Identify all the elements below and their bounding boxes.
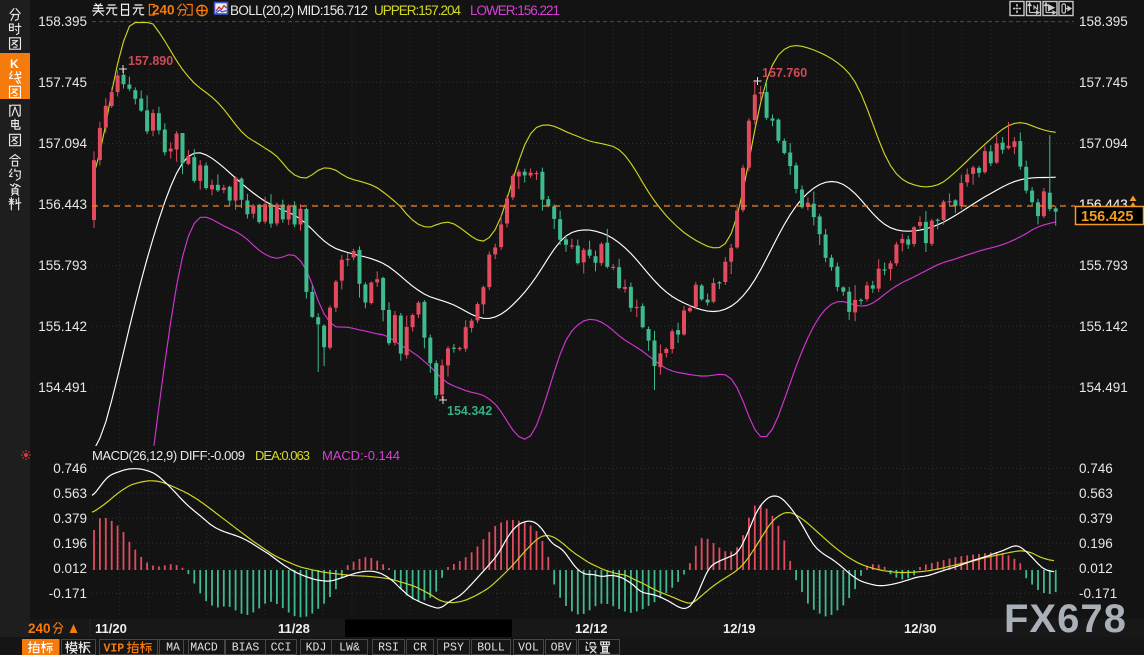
svg-text:0.746: 0.746 xyxy=(1079,461,1113,476)
svg-text:MACD(26,12,9) DIFF:-0.009: MACD(26,12,9) DIFF:-0.009 xyxy=(92,448,245,463)
svg-text:157.890: 157.890 xyxy=(128,54,173,68)
svg-text:11/28: 11/28 xyxy=(278,621,310,636)
svg-text:158.395: 158.395 xyxy=(38,14,87,29)
svg-text:154.342: 154.342 xyxy=(447,404,492,418)
svg-text:0.379: 0.379 xyxy=(53,511,87,526)
svg-text:LW&: LW& xyxy=(339,642,360,655)
svg-text:156.425: 156.425 xyxy=(1081,209,1133,225)
svg-text:MACD: MACD xyxy=(190,642,218,655)
svg-text:MACD:-0.144: MACD:-0.144 xyxy=(322,448,400,463)
svg-text:K: K xyxy=(10,57,19,71)
svg-text:DEA:0.063: DEA:0.063 xyxy=(255,448,310,463)
svg-text:FX678: FX678 xyxy=(1004,597,1127,641)
svg-text:RSI: RSI xyxy=(378,642,399,655)
svg-text:KDJ: KDJ xyxy=(306,642,327,655)
svg-text:CCI: CCI xyxy=(271,642,292,655)
svg-text:157.760: 157.760 xyxy=(762,66,807,80)
svg-text:OBV: OBV xyxy=(551,642,572,655)
svg-text:12/12: 12/12 xyxy=(575,621,608,636)
svg-text:155.793: 155.793 xyxy=(38,258,87,273)
svg-text:CR: CR xyxy=(413,642,427,655)
svg-text:-0.171: -0.171 xyxy=(49,586,87,601)
svg-text:BOLL: BOLL xyxy=(477,642,505,655)
svg-text:157.745: 157.745 xyxy=(38,75,87,90)
svg-text:VOL: VOL xyxy=(518,642,539,655)
svg-text:0.196: 0.196 xyxy=(1079,536,1113,551)
svg-text:VIP: VIP xyxy=(104,643,125,655)
svg-text:0.379: 0.379 xyxy=(1079,511,1113,526)
svg-text:154.491: 154.491 xyxy=(1079,380,1128,395)
svg-text:154.491: 154.491 xyxy=(38,380,87,395)
svg-text:BIAS: BIAS xyxy=(232,642,260,655)
svg-text:11/20: 11/20 xyxy=(95,621,127,636)
svg-text:UPPER:157.204: UPPER:157.204 xyxy=(374,3,461,18)
svg-text:155.793: 155.793 xyxy=(1079,258,1128,273)
svg-text:240: 240 xyxy=(152,3,175,18)
svg-text:12/30: 12/30 xyxy=(904,621,937,636)
svg-text:157.094: 157.094 xyxy=(38,136,87,151)
svg-text:155.142: 155.142 xyxy=(38,319,87,334)
svg-text:0.563: 0.563 xyxy=(53,486,87,501)
svg-text:0.012: 0.012 xyxy=(53,561,87,576)
svg-text:PSY: PSY xyxy=(443,642,464,655)
svg-text:LOWER:156.221: LOWER:156.221 xyxy=(470,3,560,18)
svg-text:157.745: 157.745 xyxy=(1079,75,1128,90)
svg-text:BOLL(20,2) MID:156.712: BOLL(20,2) MID:156.712 xyxy=(230,3,368,18)
svg-text:0.746: 0.746 xyxy=(53,461,87,476)
svg-text:0.196: 0.196 xyxy=(53,536,87,551)
svg-text:157.094: 157.094 xyxy=(1079,136,1128,151)
svg-text:155.142: 155.142 xyxy=(1079,319,1128,334)
svg-text:12/19: 12/19 xyxy=(723,621,756,636)
svg-text:156.443: 156.443 xyxy=(38,197,87,212)
svg-text:0.012: 0.012 xyxy=(1079,561,1113,576)
svg-text:MA: MA xyxy=(166,642,180,655)
svg-text:158.395: 158.395 xyxy=(1079,14,1128,29)
svg-text:0.563: 0.563 xyxy=(1079,486,1113,501)
svg-text:240: 240 xyxy=(28,621,51,636)
